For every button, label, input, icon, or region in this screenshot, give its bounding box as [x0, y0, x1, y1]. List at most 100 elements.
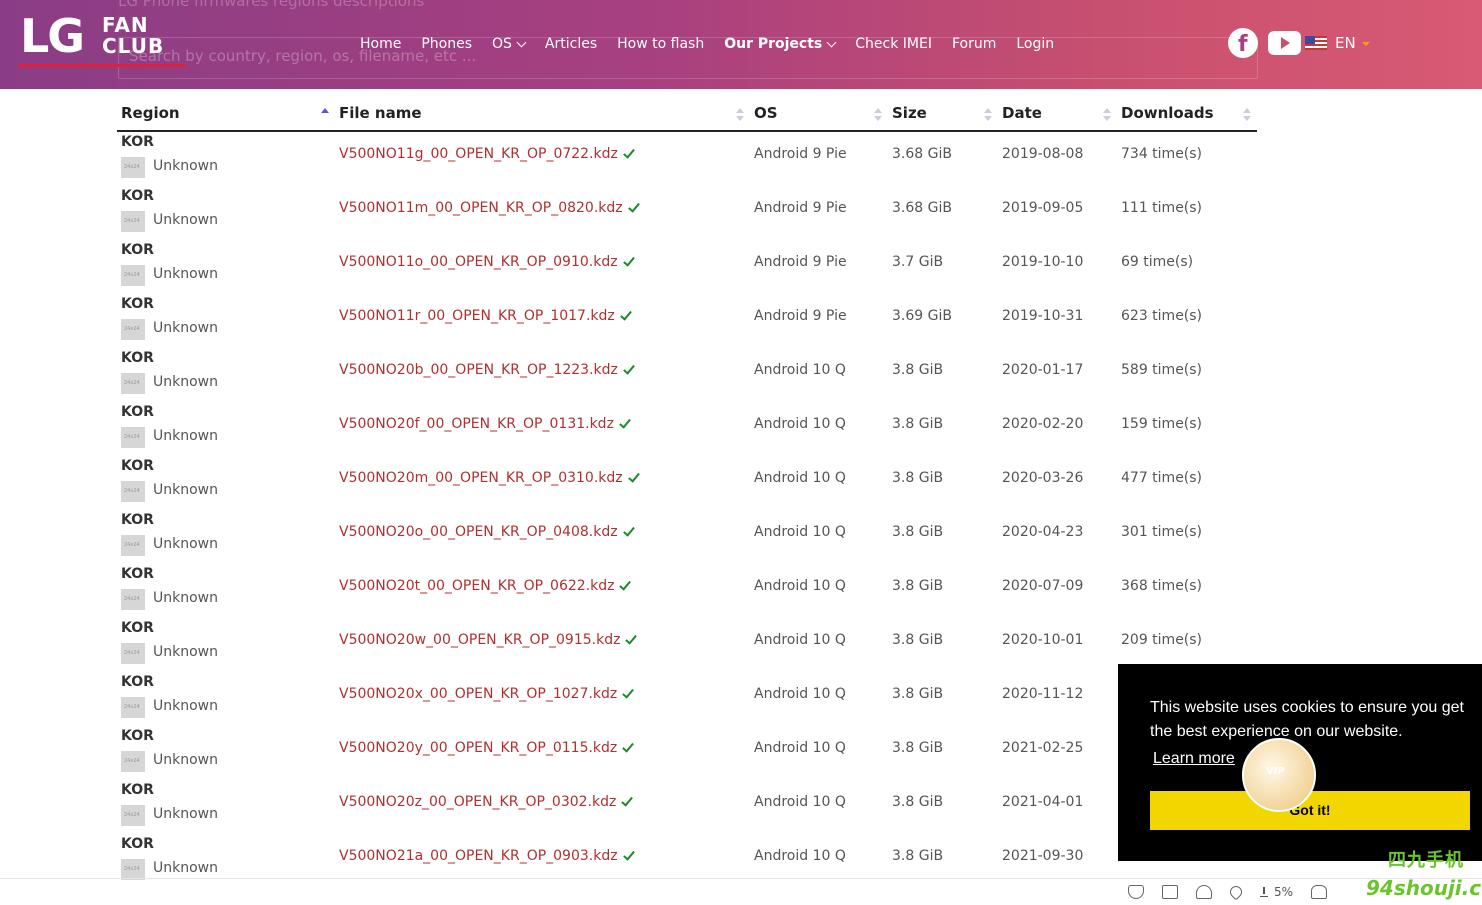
- table-row: KOR Unknown V500NO20w_00_OPEN_KR_OP_0915.k…: [117, 618, 1257, 672]
- date-value: 2020-04-23: [1002, 524, 1084, 540]
- region-name: Unknown: [153, 428, 218, 444]
- vip-badge-icon[interactable]: VIP: [1242, 738, 1316, 812]
- region-flag-placeholder-icon: [121, 157, 145, 178]
- sort-icon[interactable]: [874, 108, 882, 122]
- region-code: KOR: [121, 836, 154, 852]
- size-value: 3.8 GiB: [892, 470, 944, 486]
- firmware-file-link[interactable]: V500NO20y_00_OPEN_KR_OP_0115.kdz: [339, 739, 635, 756]
- firmware-file-link[interactable]: V500NO11o_00_OPEN_KR_OP_0910.kdz: [339, 253, 635, 270]
- vip-label: VIP: [1266, 766, 1285, 777]
- downloads-value: 477 time(s): [1121, 470, 1203, 486]
- os-value: Android 10 Q: [754, 470, 846, 486]
- region-flag-placeholder-icon: [121, 643, 145, 664]
- column-header-region[interactable]: Region: [121, 104, 180, 122]
- os-value: Android 10 Q: [754, 740, 846, 756]
- sort-icon[interactable]: [736, 108, 744, 122]
- region-name: Unknown: [153, 860, 218, 876]
- table-row: KOR Unknown V500NO20f_00_OPEN_KR_OP_0131.k…: [117, 402, 1257, 456]
- table-row: KOR Unknown V500NO21a_00_OPEN_KR_OP_0903.k…: [117, 834, 1257, 888]
- firmware-file-link[interactable]: V500NO20x_00_OPEN_KR_OP_1027.kdz: [339, 685, 635, 702]
- region-name: Unknown: [153, 482, 218, 498]
- firmware-file-link[interactable]: V500NO20b_00_OPEN_KR_OP_1223.kdz: [339, 361, 635, 378]
- table-body: KOR Unknown V500NO11g_00_OPEN_KR_OP_0722.k…: [117, 132, 1257, 888]
- downloads-value: 623 time(s): [1121, 308, 1203, 324]
- firmware-file-name: V500NO11m_00_OPEN_KR_OP_0820.kdz: [339, 200, 623, 216]
- firmware-file-name: V500NO11g_00_OPEN_KR_OP_0722.kdz: [339, 146, 618, 162]
- nav-os[interactable]: OS: [492, 33, 527, 55]
- firmware-file-name: V500NO20m_00_OPEN_KR_OP_0310.kdz: [339, 470, 623, 486]
- nav-home[interactable]: Home: [360, 33, 401, 55]
- heart-rate-icon[interactable]: [1196, 885, 1212, 899]
- language-selector[interactable]: EN: [1335, 34, 1370, 52]
- firmware-file-link[interactable]: V500NO20t_00_OPEN_KR_OP_0622.kdz: [339, 577, 632, 594]
- region-code: KOR: [121, 242, 154, 258]
- sort-icon[interactable]: [1103, 108, 1111, 122]
- watermark-site: 94shouji.com: [1366, 876, 1482, 900]
- rocket-icon[interactable]: [1227, 883, 1245, 901]
- date-value: 2020-03-26: [1002, 470, 1084, 486]
- region-name: Unknown: [153, 374, 218, 390]
- download-status[interactable]: 5%: [1260, 885, 1293, 899]
- shield-icon[interactable]: [1128, 885, 1144, 899]
- nav-login[interactable]: Login: [1016, 33, 1054, 55]
- date-value: 2020-02-20: [1002, 416, 1084, 432]
- firmware-file-link[interactable]: V500NO21a_00_OPEN_KR_OP_0903.kdz: [339, 847, 635, 864]
- region-code: KOR: [121, 566, 154, 582]
- column-header-date[interactable]: Date: [1002, 104, 1042, 122]
- firmware-file-name: V500NO11o_00_OPEN_KR_OP_0910.kdz: [339, 254, 618, 270]
- downloads-value: 209 time(s): [1121, 632, 1203, 648]
- nav-check-imei-label: Check IMEI: [855, 36, 932, 52]
- os-value: Android 10 Q: [754, 578, 846, 594]
- firmware-file-link[interactable]: V500NO20f_00_OPEN_KR_OP_0131.kdz: [339, 415, 631, 432]
- region-name: Unknown: [153, 536, 218, 552]
- region-code: KOR: [121, 134, 154, 150]
- youtube-icon[interactable]: [1268, 31, 1301, 55]
- nav-how-to-flash[interactable]: How to flash: [617, 33, 704, 55]
- firmware-file-link[interactable]: V500NO20m_00_OPEN_KR_OP_0310.kdz: [339, 469, 640, 486]
- sort-icon[interactable]: [984, 108, 992, 122]
- column-header-downloads[interactable]: Downloads: [1121, 104, 1214, 122]
- cookie-accept-button[interactable]: Got it!: [1150, 791, 1470, 830]
- firmware-file-link[interactable]: V500NO11m_00_OPEN_KR_OP_0820.kdz: [339, 199, 640, 216]
- firmware-file-name: V500NO20z_00_OPEN_KR_OP_0302.kdz: [339, 794, 617, 810]
- firmware-file-link[interactable]: V500NO11g_00_OPEN_KR_OP_0722.kdz: [339, 145, 635, 162]
- nav-check-imei[interactable]: Check IMEI: [855, 33, 932, 55]
- nav-our-projects[interactable]: Our Projects: [724, 33, 837, 55]
- site-logo[interactable]: LG FAN CLUB: [18, 10, 188, 70]
- size-value: 3.8 GiB: [892, 578, 944, 594]
- nav-articles[interactable]: Articles: [545, 33, 597, 55]
- firmware-file-link[interactable]: V500NO20z_00_OPEN_KR_OP_0302.kdz: [339, 793, 634, 810]
- nav-phones[interactable]: Phones: [421, 33, 472, 55]
- verified-check-icon: [622, 523, 635, 537]
- os-value: Android 9 Pie: [754, 200, 847, 216]
- firmware-file-link[interactable]: V500NO20o_00_OPEN_KR_OP_0408.kdz: [339, 523, 635, 540]
- sort-icon[interactable]: [1243, 108, 1251, 122]
- verified-check-icon: [627, 469, 640, 483]
- region-flag-placeholder-icon: [121, 319, 145, 340]
- verified-check-icon: [625, 631, 638, 645]
- language-label: EN: [1335, 34, 1356, 52]
- cookie-learn-more-link[interactable]: Learn more: [1153, 750, 1235, 768]
- firmware-file-link[interactable]: V500NO20w_00_OPEN_KR_OP_0915.kdz: [339, 631, 638, 648]
- column-header-size[interactable]: Size: [892, 104, 927, 122]
- table-row: KOR Unknown V500NO20y_00_OPEN_KR_OP_0115.k…: [117, 726, 1257, 780]
- region-code: KOR: [121, 512, 154, 528]
- site-header: LG Phone firmwares regions descriptions …: [0, 0, 1482, 89]
- nav-phones-label: Phones: [421, 36, 473, 52]
- verified-check-icon: [623, 361, 635, 375]
- facebook-icon[interactable]: f: [1228, 28, 1258, 58]
- region-flag-placeholder-icon: [121, 697, 145, 718]
- downloads-value: 734 time(s): [1121, 146, 1203, 162]
- verified-check-icon: [622, 847, 635, 861]
- column-header-os[interactable]: OS: [754, 104, 778, 122]
- nav-forum[interactable]: Forum: [952, 33, 996, 55]
- verified-check-icon: [622, 685, 635, 699]
- date-value: 2020-10-01: [1002, 632, 1084, 648]
- column-header-filename[interactable]: File name: [339, 104, 422, 122]
- image-icon[interactable]: [1162, 885, 1178, 899]
- firmware-table: Region File name OS Size Date Downloads …: [117, 96, 1257, 888]
- car-icon[interactable]: [1311, 885, 1328, 899]
- firmware-file-link[interactable]: V500NO11r_00_OPEN_KR_OP_1017.kdz: [339, 307, 632, 324]
- region-name: Unknown: [153, 806, 218, 822]
- sort-asc-icon[interactable]: [321, 108, 329, 122]
